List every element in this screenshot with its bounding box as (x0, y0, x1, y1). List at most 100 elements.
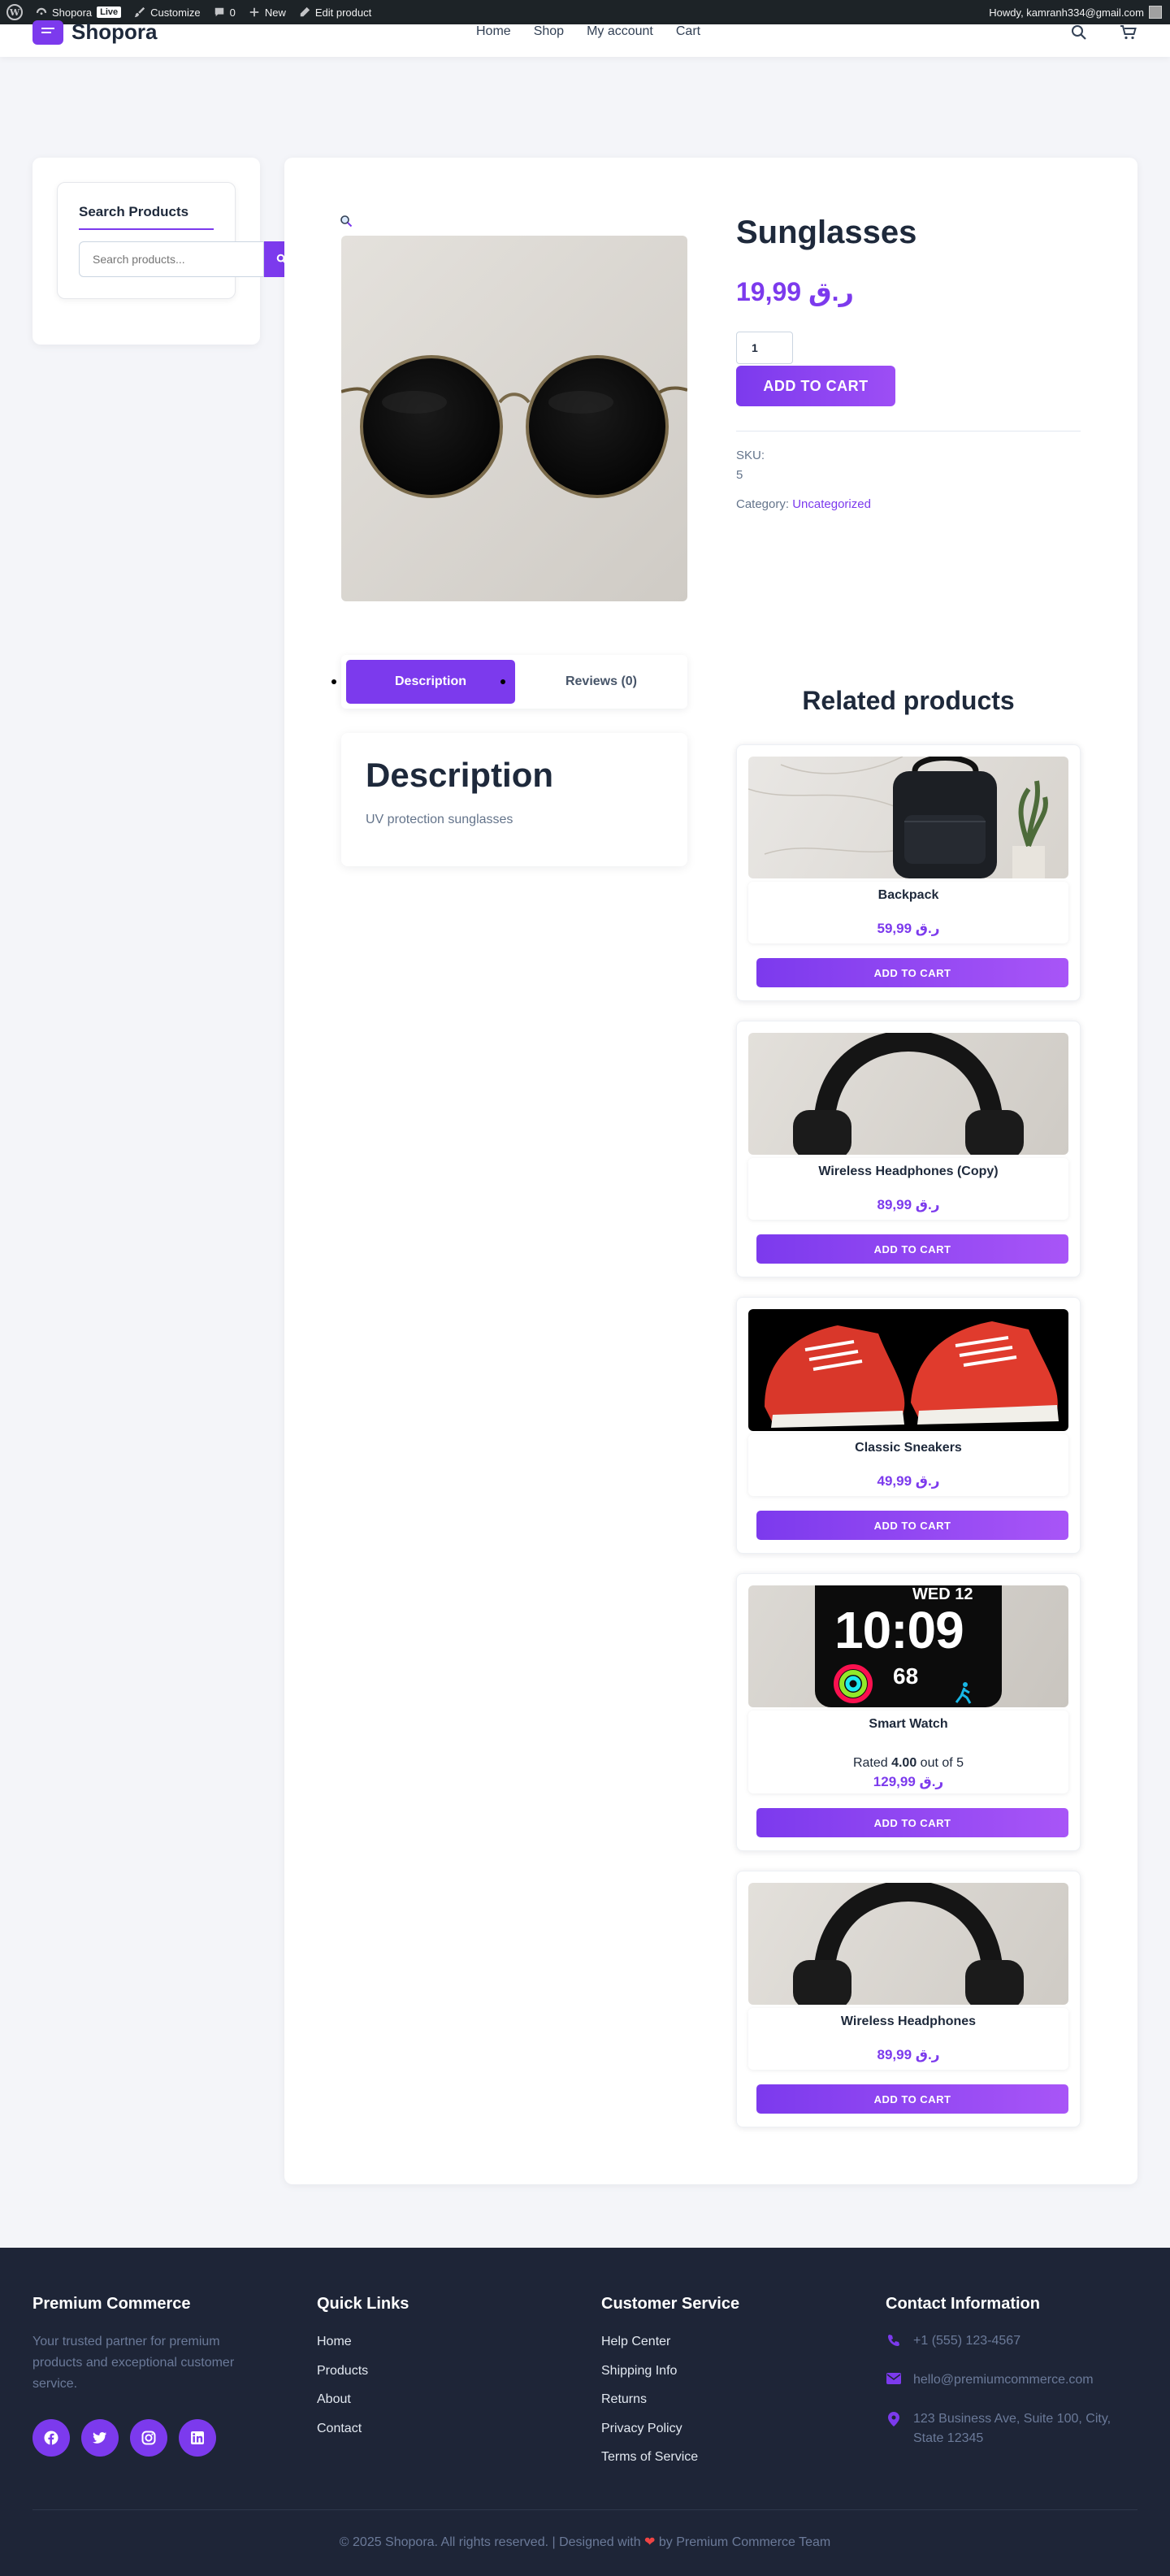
tab-description[interactable]: Description (346, 660, 515, 704)
watch-time: 10:09 (834, 1601, 964, 1659)
product-image[interactable] (748, 1033, 1068, 1155)
product-image[interactable] (748, 1309, 1068, 1431)
comments-link[interactable]: 0 (207, 0, 242, 24)
product-title: Sunglasses (736, 215, 917, 250)
sidebar: Search Products (32, 158, 300, 345)
search-widget: Search Products (57, 182, 300, 299)
category-row: Category: Uncategorized (736, 497, 871, 511)
product-name[interactable]: Wireless Headphones (Copy) (748, 1164, 1068, 1179)
nav-my-account[interactable]: My account (587, 24, 653, 39)
comment-icon (214, 7, 223, 17)
twitter-icon[interactable] (81, 2419, 119, 2457)
footer-link-products[interactable]: Products (317, 2361, 409, 2390)
product-image[interactable]: WED 12 10:09 68 (748, 1585, 1068, 1707)
product-price: ر.ق 59,99 (877, 921, 940, 936)
add-to-cart-button[interactable]: ADD TO CART (756, 1808, 1068, 1837)
sneakers-image (765, 1321, 1059, 1428)
email-icon (886, 2370, 902, 2384)
headphones-image (793, 1033, 1024, 1155)
product-name[interactable]: Classic Sneakers (748, 1441, 1068, 1455)
product-name[interactable]: Wireless Headphones (748, 2014, 1068, 2029)
site-logo[interactable]: Shopora (32, 20, 157, 45)
instagram-icon[interactable] (130, 2419, 167, 2457)
copyright-post: by Premium Commerce Team (655, 2535, 831, 2549)
nav-home[interactable]: Home (476, 24, 511, 39)
product-price: ر.ق 49,99 (877, 1473, 940, 1489)
footer-link-privacy-policy[interactable]: Privacy Policy (601, 2418, 739, 2448)
description-heading: Description (366, 756, 554, 794)
new-content-link[interactable]: New (242, 0, 292, 24)
product-info: Wireless Headphones (Copy) ر.ق 89,99 (748, 1158, 1068, 1220)
footer-link-terms-of-service[interactable]: Terms of Service (601, 2447, 739, 2476)
related-product-card: Wireless Headphones (Copy) ر.ق 89,99 ADD… (736, 1021, 1081, 1277)
contact-phone: +1 (555) 123-4567 (886, 2331, 1129, 2351)
rating-value: 4.00 (891, 1756, 917, 1770)
related-products-title: Related products (802, 686, 1015, 715)
footer-brand: Premium Commerce Your trusted partner fo… (32, 2295, 268, 2457)
facebook-icon[interactable] (32, 2419, 70, 2457)
linkedin-icon[interactable] (179, 2419, 216, 2457)
edit-product-label: Edit product (314, 6, 372, 19)
category-label: Category: (736, 497, 790, 511)
related-product-card: Classic Sneakers ر.ق 49,99 ADD TO CART (736, 1297, 1081, 1554)
product-name[interactable]: Backpack (748, 888, 1068, 903)
add-to-cart-button[interactable]: ADD TO CART (736, 366, 895, 406)
customer-service-title: Customer Service (601, 2295, 740, 2313)
logo-text: Shopora (72, 20, 158, 44)
rating-suffix: out of 5 (916, 1756, 964, 1770)
nav-cart[interactable]: Cart (676, 24, 700, 39)
heart-icon: ❤ (644, 2535, 656, 2549)
contact-email: hello@premiumcommerce.com (886, 2370, 1129, 2390)
nav-shop[interactable]: Shop (534, 24, 564, 39)
cart-icon[interactable] (1120, 24, 1138, 41)
add-to-cart-button[interactable]: ADD TO CART (756, 1511, 1068, 1540)
category-link[interactable]: Uncategorized (792, 497, 871, 511)
edit-product-link[interactable]: Edit product (292, 0, 378, 24)
footer-contact: Contact Information +1 (555) 123-4567 he… (886, 2295, 1129, 2468)
related-product-card: Wireless Headphones ر.ق 89,99 ADD TO CAR… (736, 1871, 1081, 2127)
avatar (1149, 6, 1162, 19)
product-image[interactable] (341, 236, 687, 601)
quantity-input[interactable]: 1 (736, 332, 793, 364)
related-product-card: Backpack ر.ق 59,99 ADD TO CART (736, 744, 1081, 1001)
social-links (32, 2419, 268, 2457)
sku-value: 5 (736, 468, 743, 482)
wordpress-menu[interactable]: W (0, 0, 29, 24)
product-price: ر.ق 129,99 (873, 1774, 944, 1789)
watch-face: WED 12 10:09 68 (815, 1585, 1002, 1707)
header-actions (1071, 24, 1138, 41)
product-image[interactable] (748, 757, 1068, 878)
search-input[interactable] (79, 241, 264, 277)
footer-link-returns[interactable]: Returns (601, 2389, 739, 2418)
sunglasses-image (341, 355, 687, 498)
comments-count: 0 (229, 6, 236, 19)
tab-reviews[interactable]: Reviews (0) (520, 660, 682, 704)
description-text: UV protection sunglasses (366, 813, 514, 826)
live-badge: Live (97, 7, 122, 18)
product-image[interactable] (748, 1883, 1068, 2005)
add-to-cart-button[interactable]: ADD TO CART (756, 1234, 1068, 1264)
footer-link-about[interactable]: About (317, 2389, 409, 2418)
footer-brand-title: Premium Commerce (32, 2295, 191, 2313)
contact-phone-text[interactable]: +1 (555) 123-4567 (913, 2331, 1020, 2351)
footer-link-shipping-info[interactable]: Shipping Info (601, 2361, 739, 2390)
product-name[interactable]: Smart Watch (748, 1717, 1068, 1732)
product-info: Smart Watch Rated 4.00 out of 5 ر.ق 129,… (748, 1711, 1068, 1793)
my-account-menu[interactable]: Howdy, kamranh334@gmail.com (989, 6, 1170, 19)
dashboard-icon (36, 7, 47, 15)
phone-icon (886, 2331, 902, 2347)
headphones-image (793, 1883, 1024, 2005)
site-name: Shopora (52, 6, 93, 19)
search-icon[interactable] (1071, 24, 1087, 41)
add-to-cart-button[interactable]: ADD TO CART (756, 958, 1068, 987)
footer-link-home[interactable]: Home (317, 2331, 409, 2361)
footer-link-contact[interactable]: Contact (317, 2418, 409, 2448)
zoom-icon[interactable] (340, 215, 353, 228)
logo-icon (32, 20, 63, 45)
contact-email-text[interactable]: hello@premiumcommerce.com (913, 2370, 1094, 2390)
footer-link-help-center[interactable]: Help Center (601, 2331, 739, 2361)
backpack-image (748, 757, 1048, 878)
add-to-cart-button[interactable]: ADD TO CART (756, 2084, 1068, 2114)
footer-divider (32, 2509, 1138, 2510)
walking-icon (955, 1682, 972, 1704)
